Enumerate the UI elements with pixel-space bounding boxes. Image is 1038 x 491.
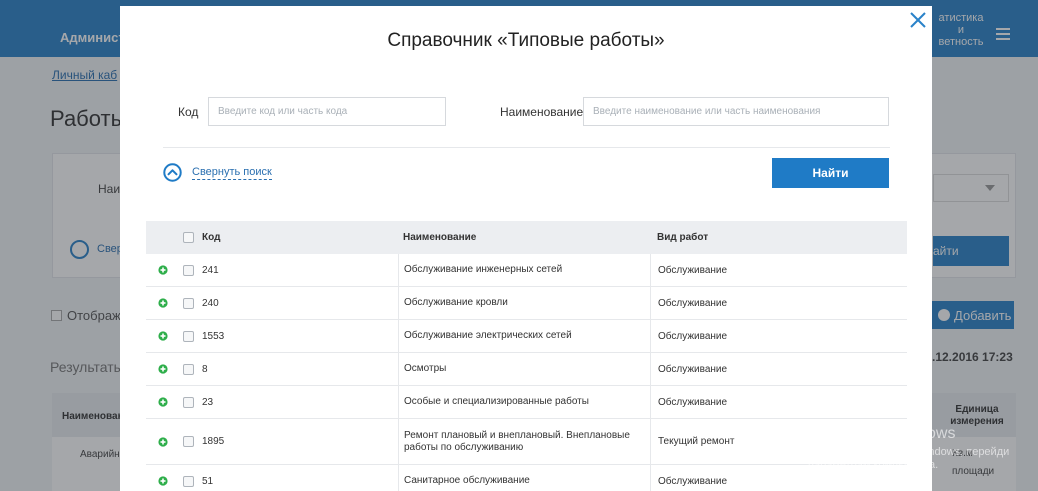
table-row[interactable]: 1895 Ремонт плановый и внеплановый. Внепл… [146, 419, 907, 465]
plus-circle-icon[interactable] [158, 476, 168, 486]
table-row[interactable]: 51 Санитарное обслуживание Обслуживание [146, 465, 907, 491]
select-all-checkbox[interactable] [183, 232, 194, 243]
row-checkbox-cell [183, 353, 197, 385]
code-label: Код [178, 105, 199, 119]
cell-code: 241 [202, 264, 219, 276]
cell-name: Ремонт плановый и внеплановый. Внепланов… [398, 419, 650, 464]
plus-circle-icon[interactable] [158, 397, 168, 407]
table-row[interactable]: 1553 Обслуживание электрических сетей Обсл… [146, 320, 907, 353]
close-icon[interactable] [908, 10, 928, 30]
column-header-type[interactable]: Вид работ [650, 221, 907, 254]
plus-circle-icon[interactable] [158, 331, 168, 341]
cell-code: 51 [202, 475, 214, 487]
cell-type: Обслуживание [650, 353, 907, 385]
row-checkbox[interactable] [183, 330, 194, 342]
cell-name: Особые и специализированные работы [398, 386, 650, 418]
plus-circle-icon[interactable] [158, 298, 168, 308]
table-header: Код Наименование Вид работ [146, 221, 907, 254]
plus-circle-icon[interactable] [158, 265, 168, 275]
row-checkbox[interactable] [183, 297, 194, 309]
cell-name: Осмотры [398, 353, 650, 385]
table-row[interactable]: 240 Обслуживание кровли Обслуживание [146, 287, 907, 320]
row-checkbox-cell [183, 386, 197, 418]
cell-name: Обслуживание электрических сетей [398, 320, 650, 352]
row-checkbox[interactable] [183, 264, 194, 276]
expand-cell [158, 287, 170, 319]
row-checkbox[interactable] [183, 363, 194, 375]
types-table: Код Наименование Вид работ 241 Обслуживан… [146, 221, 907, 491]
table-row[interactable]: 8 Осмотры Обслуживание [146, 353, 907, 386]
table-row[interactable]: 241 Обслуживание инженерных сетей Обслужив… [146, 254, 907, 287]
select-all-cell [183, 221, 197, 254]
row-checkbox[interactable] [183, 396, 194, 408]
column-header-code[interactable]: Код [202, 221, 392, 254]
row-checkbox-cell [183, 287, 197, 319]
row-checkbox-cell [183, 320, 197, 352]
cell-type: Обслуживание [650, 254, 907, 286]
expand-cell [158, 419, 170, 464]
plus-circle-icon[interactable] [158, 436, 168, 447]
expand-cell [158, 320, 170, 352]
expand-cell [158, 353, 170, 385]
cell-name: Санитарное обслуживание [398, 465, 650, 491]
watermark-text: параметрам компьютера. [808, 459, 939, 471]
reference-dialog: Справочник «Типовые работы» Код Наименов… [120, 6, 932, 491]
row-checkbox[interactable] [183, 475, 194, 487]
row-checkbox-cell [183, 465, 197, 491]
watermark-text: Чтобы активировать Windows, перейди [808, 446, 1010, 458]
windows-activation-watermark: Активация Windows Чтобы активировать Win… [808, 425, 1038, 471]
code-input[interactable] [208, 97, 446, 126]
row-checkbox[interactable] [183, 436, 194, 447]
collapse-search-label: Свернуть поиск [192, 166, 272, 180]
cell-code: 1553 [202, 330, 225, 342]
row-checkbox-cell [183, 254, 197, 286]
table-row[interactable]: 23 Особые и специализированные работы Обсл… [146, 386, 907, 419]
divider [163, 147, 890, 148]
find-button[interactable]: Найти [772, 158, 889, 188]
plus-circle-icon[interactable] [158, 364, 168, 374]
cell-code: 8 [202, 363, 208, 375]
dialog-title: Справочник «Типовые работы» [387, 30, 665, 51]
cell-code: 23 [202, 396, 214, 408]
expand-cell [158, 465, 170, 491]
column-header-name[interactable]: Наименование [398, 221, 650, 254]
cell-type: Обслуживание [650, 287, 907, 319]
expand-cell [158, 254, 170, 286]
chevron-up-circle-icon [163, 163, 182, 182]
watermark-title: Активация Windows [808, 425, 956, 442]
table-body: 241 Обслуживание инженерных сетей Обслужив… [146, 254, 907, 491]
cell-code: 1895 [202, 436, 225, 447]
cell-code: 240 [202, 297, 219, 309]
expand-cell [158, 386, 170, 418]
row-checkbox-cell [183, 419, 197, 464]
cell-name: Обслуживание инженерных сетей [398, 254, 650, 286]
cell-type: Обслуживание [650, 320, 907, 352]
cell-name: Обслуживание кровли [398, 287, 650, 319]
name-label: Наименование [500, 105, 584, 119]
cell-type: Обслуживание [650, 386, 907, 418]
name-input[interactable] [583, 97, 889, 126]
